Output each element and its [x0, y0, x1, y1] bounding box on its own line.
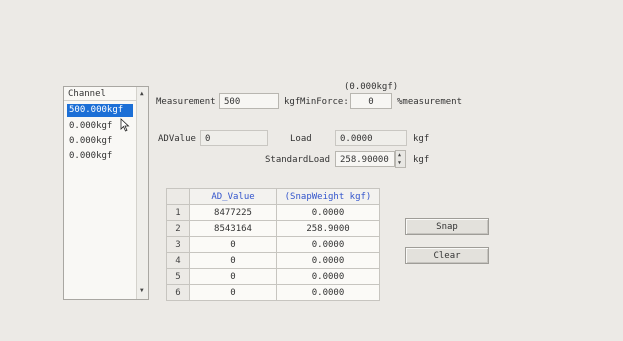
cell-snap-weight[interactable]: 0.0000	[276, 268, 380, 285]
table-row[interactable]: 5 0 0.0000	[166, 268, 380, 285]
cell-ad-value[interactable]: 0	[189, 236, 277, 253]
table-row[interactable]: 6 0 0.0000	[166, 284, 380, 301]
measurement-input[interactable]: 500	[219, 93, 279, 109]
row-number: 1	[166, 204, 190, 221]
row-number: 6	[166, 284, 190, 301]
min-force-input[interactable]: 0	[350, 93, 392, 109]
standard-load-spinner[interactable]: ▲ ▼	[395, 150, 406, 168]
row-number: 2	[166, 220, 190, 237]
scroll-up-arrow-icon[interactable]: ▲	[140, 90, 144, 97]
cell-ad-value[interactable]: 0	[189, 268, 277, 285]
row-number: 3	[166, 236, 190, 253]
cell-snap-weight[interactable]: 0.0000	[276, 284, 380, 301]
min-force-suffix: %measurement	[397, 97, 463, 107]
row-number: 5	[166, 268, 190, 285]
channel-list[interactable]: Channel 500.000kgf 0.000kgf 0.000kgf 0.0…	[63, 86, 149, 300]
min-force-header: (0.000kgf)	[344, 82, 399, 92]
cell-snap-weight[interactable]: 0.0000	[276, 236, 380, 253]
clear-button[interactable]: Clear	[405, 247, 489, 264]
snap-button[interactable]: Snap	[405, 218, 489, 235]
spin-up-icon[interactable]: ▲	[398, 152, 401, 158]
cell-ad-value[interactable]: 0	[189, 252, 277, 269]
cell-ad-value[interactable]: 8477225	[189, 204, 277, 221]
scroll-down-arrow-icon[interactable]: ▼	[140, 287, 144, 294]
measurement-label: Measurement	[156, 97, 216, 107]
channel-item-4[interactable]: 0.000kgf	[67, 150, 133, 163]
standard-load-input[interactable]: 258.90000	[335, 151, 395, 167]
cell-snap-weight[interactable]: 0.0000	[276, 204, 380, 221]
column-header-snap-weight[interactable]: (SnapWeight kgf)	[276, 188, 380, 205]
measurement-unit: kgf	[284, 97, 301, 107]
channel-list-scrollbar[interactable]: ▲ ▼	[136, 87, 148, 299]
table-header-row: AD_Value (SnapWeight kgf)	[166, 188, 380, 205]
mouse-cursor-icon	[120, 118, 130, 132]
load-field: 0.0000	[335, 130, 407, 146]
cell-snap-weight[interactable]: 0.0000	[276, 252, 380, 269]
spin-down-icon[interactable]: ▼	[398, 160, 401, 166]
load-unit: kgf	[413, 134, 430, 144]
table-row[interactable]: 1 8477225 0.0000	[166, 204, 380, 221]
table-row[interactable]: 4 0 0.0000	[166, 252, 380, 269]
table-row[interactable]: 2 8543164 258.9000	[166, 220, 380, 237]
channel-item-1[interactable]: 500.000kgf	[67, 104, 133, 117]
cell-snap-weight[interactable]: 258.9000	[276, 220, 380, 237]
column-header-ad-value[interactable]: AD_Value	[189, 188, 277, 205]
standard-load-unit: kgf	[413, 155, 430, 165]
row-number: 4	[166, 252, 190, 269]
ad-value-field: 0	[200, 130, 268, 146]
channel-item-3[interactable]: 0.000kgf	[67, 135, 133, 148]
ad-value-label: ADValue	[158, 134, 196, 144]
standard-load-label: StandardLoad	[265, 155, 331, 165]
table-row[interactable]: 3 0 0.0000	[166, 236, 380, 253]
cell-ad-value[interactable]: 0	[189, 284, 277, 301]
channel-list-header: Channel	[64, 87, 138, 101]
table-corner	[166, 188, 190, 205]
load-label: Load	[290, 134, 312, 144]
cell-ad-value[interactable]: 8543164	[189, 220, 277, 237]
min-force-label: MinForce:	[300, 97, 349, 107]
snap-table[interactable]: AD_Value (SnapWeight kgf) 1 8477225 0.00…	[166, 188, 380, 301]
